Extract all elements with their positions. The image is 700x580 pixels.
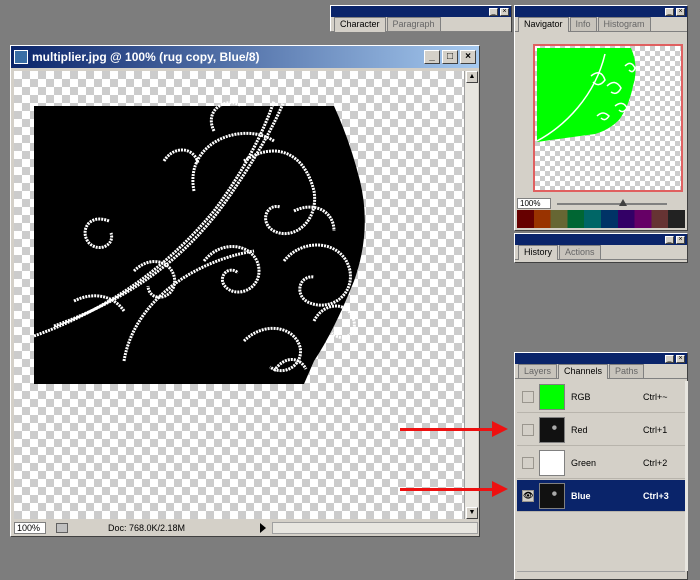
channel-row-red[interactable]: Red Ctrl+1 xyxy=(517,414,685,446)
document-window: multiplier.jpg @ 100% (rug copy, Blue/8)… xyxy=(10,45,480,537)
history-tabs: History Actions xyxy=(515,245,687,260)
info-menu-arrow-icon[interactable] xyxy=(260,523,266,533)
close-icon[interactable]: × xyxy=(676,7,685,16)
document-info: Doc: 768.0K/2.18M xyxy=(108,523,186,533)
annotation-arrow-blue xyxy=(400,481,508,497)
channel-shortcut: Ctrl+3 xyxy=(643,490,669,501)
minimize-icon[interactable]: _ xyxy=(665,354,674,363)
scroll-down-icon[interactable]: ▼ xyxy=(466,507,478,519)
tab-navigator[interactable]: Navigator xyxy=(518,17,569,32)
navigator-panel: _ × Navigator Info Histogram 100% xyxy=(514,5,688,231)
horizontal-scrollbar[interactable] xyxy=(272,522,478,534)
visibility-toggle[interactable] xyxy=(522,423,534,436)
channels-bottom-bar xyxy=(517,571,685,579)
annotation-arrow-red xyxy=(400,421,508,437)
navigator-zoom[interactable]: 100% xyxy=(517,198,551,209)
minimize-icon[interactable]: _ xyxy=(665,7,674,16)
color-swatches[interactable] xyxy=(517,210,685,228)
vertical-scrollbar[interactable]: ▲ ▼ xyxy=(464,71,478,519)
document-title: multiplier.jpg @ 100% (rug copy, Blue/8) xyxy=(32,50,260,64)
eye-icon[interactable]: 👁 xyxy=(522,489,534,502)
channel-row-blue[interactable]: 👁 Blue Ctrl+3 xyxy=(517,480,685,512)
tab-layers[interactable]: Layers xyxy=(518,364,558,378)
channel-shortcut: Ctrl+1 xyxy=(643,424,668,435)
character-panel-bar[interactable]: _ × xyxy=(331,6,511,17)
channel-name: Red xyxy=(571,424,588,435)
zoom-field[interactable]: 100% xyxy=(14,522,46,534)
close-icon[interactable]: × xyxy=(676,235,685,244)
channels-tabs: Layers Channels Paths xyxy=(515,364,687,379)
document-icon xyxy=(14,50,28,64)
tab-character[interactable]: Character xyxy=(334,17,386,32)
channel-name: RGB xyxy=(571,391,591,402)
channel-thumbnail xyxy=(539,449,565,476)
character-panel: _ × Character Paragraph xyxy=(330,5,512,32)
tab-actions[interactable]: Actions xyxy=(559,245,601,259)
close-icon[interactable]: × xyxy=(676,354,685,363)
maximize-button[interactable]: □ xyxy=(442,50,458,64)
navigator-zoom-slider[interactable] xyxy=(557,203,667,205)
close-icon[interactable]: × xyxy=(500,7,509,16)
channel-thumbnail xyxy=(539,383,565,410)
minimize-button[interactable]: _ xyxy=(424,50,440,64)
channel-thumbnail xyxy=(539,482,565,509)
minimize-icon[interactable]: _ xyxy=(489,7,498,16)
history-panel-bar[interactable]: _ × xyxy=(515,234,687,245)
status-bar: 100% Doc: 768.0K/2.18M xyxy=(14,521,478,535)
channels-panel-bar[interactable]: _ × xyxy=(515,353,687,364)
minimize-icon[interactable]: _ xyxy=(665,235,674,244)
navigator-panel-bar[interactable]: _ × xyxy=(515,6,687,17)
history-panel: _ × History Actions xyxy=(514,233,688,263)
navigator-tabs: Navigator Info Histogram xyxy=(515,17,687,32)
channel-row-rgb[interactable]: RGB Ctrl+~ xyxy=(517,381,685,413)
tab-paths[interactable]: Paths xyxy=(609,364,645,378)
channel-name: Green xyxy=(571,457,597,468)
tab-info[interactable]: Info xyxy=(569,17,597,31)
channel-name: Blue xyxy=(571,490,591,501)
close-button[interactable]: × xyxy=(460,50,476,64)
channel-thumbnail xyxy=(539,416,565,443)
tab-paragraph[interactable]: Paragraph xyxy=(386,17,441,31)
document-titlebar[interactable]: multiplier.jpg @ 100% (rug copy, Blue/8)… xyxy=(11,46,479,68)
navigator-thumbnail xyxy=(536,48,636,142)
character-tabs: Character Paragraph xyxy=(331,17,511,32)
channels-panel: _ × Layers Channels Paths RGB Ctrl+~ Red… xyxy=(514,352,688,580)
slider-thumb-icon[interactable] xyxy=(619,199,627,206)
image-canvas[interactable] xyxy=(14,71,464,519)
channel-shortcut: Ctrl+~ xyxy=(643,391,668,402)
channels-scrollbar[interactable] xyxy=(685,381,688,571)
preview-icon[interactable] xyxy=(56,523,68,533)
tab-histogram[interactable]: Histogram xyxy=(597,17,651,31)
canvas-artwork xyxy=(33,100,365,384)
visibility-toggle[interactable] xyxy=(522,390,534,403)
tab-history[interactable]: History xyxy=(518,245,559,260)
tab-channels[interactable]: Channels xyxy=(558,364,609,379)
channel-shortcut: Ctrl+2 xyxy=(643,457,668,468)
scroll-up-icon[interactable]: ▲ xyxy=(466,71,478,83)
channel-row-green[interactable]: Green Ctrl+2 xyxy=(517,447,685,479)
visibility-toggle[interactable] xyxy=(522,456,534,469)
navigator-preview[interactable] xyxy=(533,44,683,192)
